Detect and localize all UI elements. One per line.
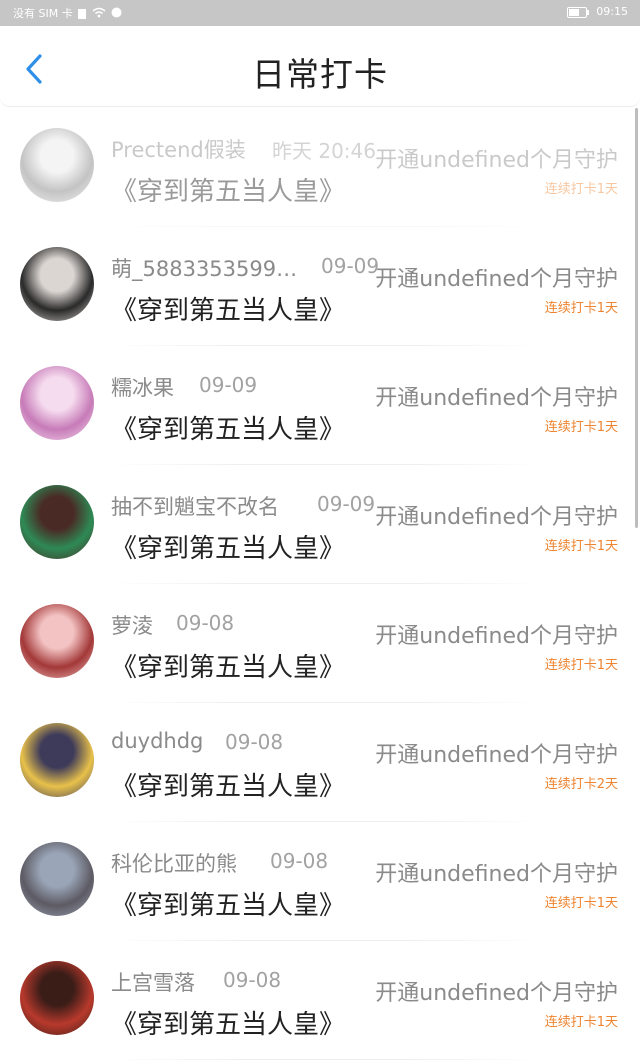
- streak-badge: 连续打卡1天: [544, 182, 618, 197]
- checkin-item[interactable]: 糯冰果 09-09 《穿到第五当人皇》 开通undefined个月守护连续打卡1天: [0, 346, 640, 465]
- user-name[interactable]: 上宫雪落: [111, 967, 195, 997]
- user-name[interactable]: 糯冰果: [111, 372, 174, 402]
- book-title[interactable]: 《穿到第五当人皇》: [111, 885, 345, 922]
- battery-icon: [566, 6, 589, 18]
- guardian-text: 开通undefined个月守护: [375, 624, 618, 649]
- guardian-text: 开通undefined个月守护: [375, 267, 618, 292]
- post-time: 09-09: [321, 254, 380, 278]
- user-name[interactable]: 科伦比亚的熊: [111, 848, 237, 878]
- sim-icon: [78, 9, 87, 19]
- streak-badge: 连续打卡1天: [544, 301, 618, 316]
- avatar[interactable]: [20, 366, 94, 440]
- checkin-item[interactable]: duydhdg 09-08 《穿到第五当人皇》 开通undefined个月守护连续打卡…: [0, 703, 640, 822]
- avatar[interactable]: [20, 128, 94, 202]
- book-title[interactable]: 《穿到第五当人皇》: [111, 171, 345, 208]
- post-time: 09-08: [223, 968, 282, 992]
- clock: 09:15: [596, 5, 628, 18]
- checkin-list: Prectend假装 昨天 20:46 《穿到第五当人皇》 开通undefined个月…: [0, 108, 640, 1060]
- streak-badge: 连续打卡1天: [544, 420, 618, 435]
- user-name[interactable]: 萝淩: [111, 610, 153, 640]
- page-header: 日常打卡: [0, 26, 640, 107]
- streak-badge: 连续打卡1天: [544, 539, 618, 554]
- streak-badge: 连续打卡1天: [544, 896, 618, 911]
- streak-badge: 连续打卡1天: [544, 1015, 618, 1030]
- guardian-text: 开通undefined个月守护: [375, 386, 618, 411]
- wifi-icon: [92, 7, 106, 21]
- checkin-item[interactable]: Prectend假装 昨天 20:46 《穿到第五当人皇》 开通undefined个月…: [0, 108, 640, 227]
- avatar[interactable]: [20, 842, 94, 916]
- book-title[interactable]: 《穿到第五当人皇》: [111, 528, 345, 565]
- user-name[interactable]: duydhdg: [111, 729, 203, 753]
- streak-badge: 连续打卡2天: [544, 777, 618, 792]
- user-name[interactable]: Prectend假装: [111, 134, 246, 164]
- user-name[interactable]: 抽不到魈宝不改名: [111, 491, 279, 521]
- user-name[interactable]: 萌_5883353599…: [111, 253, 297, 283]
- guardian-text: 开通undefined个月守护: [375, 505, 618, 530]
- avatar[interactable]: [20, 247, 94, 321]
- post-time: 09-08: [225, 730, 284, 754]
- checkin-item[interactable]: 科伦比亚的熊 09-08 《穿到第五当人皇》 开通undefined个月守护连续打卡1…: [0, 822, 640, 941]
- avatar[interactable]: [20, 723, 94, 797]
- post-time: 09-08: [270, 849, 329, 873]
- book-title[interactable]: 《穿到第五当人皇》: [111, 290, 345, 327]
- avatar[interactable]: [20, 604, 94, 678]
- post-time: 09-09: [317, 492, 376, 516]
- book-title[interactable]: 《穿到第五当人皇》: [111, 1004, 345, 1041]
- settings-dot-icon: [111, 7, 122, 21]
- guardian-text: 开通undefined个月守护: [375, 862, 618, 887]
- status-bar: 没有 SIM 卡 09:15: [0, 0, 640, 26]
- checkin-item[interactable]: 抽不到魈宝不改名 09-09 《穿到第五当人皇》 开通undefined个月守护连续打…: [0, 465, 640, 584]
- page-title: 日常打卡: [252, 55, 388, 94]
- post-time: 09-09: [199, 373, 258, 397]
- avatar[interactable]: [20, 485, 94, 559]
- post-time: 昨天 20:46: [272, 139, 376, 163]
- post-time: 09-08: [176, 611, 235, 635]
- guardian-text: 开通undefined个月守护: [375, 743, 618, 768]
- checkin-item[interactable]: 萌_5883353599… 09-09 《穿到第五当人皇》 开通undefined个月…: [0, 227, 640, 346]
- guardian-text: 开通undefined个月守护: [375, 148, 618, 173]
- book-title[interactable]: 《穿到第五当人皇》: [111, 766, 345, 803]
- sim-status-text: 没有 SIM 卡: [13, 7, 73, 20]
- guardian-text: 开通undefined个月守护: [375, 981, 618, 1006]
- scrollbar[interactable]: [635, 108, 638, 528]
- checkin-item[interactable]: 萝淩 09-08 《穿到第五当人皇》 开通undefined个月守护连续打卡1天: [0, 584, 640, 703]
- book-title[interactable]: 《穿到第五当人皇》: [111, 647, 345, 684]
- streak-badge: 连续打卡1天: [544, 658, 618, 673]
- checkin-item[interactable]: 上宫雪落 09-08 《穿到第五当人皇》 开通undefined个月守护连续打卡1天: [0, 941, 640, 1060]
- book-title[interactable]: 《穿到第五当人皇》: [111, 409, 345, 446]
